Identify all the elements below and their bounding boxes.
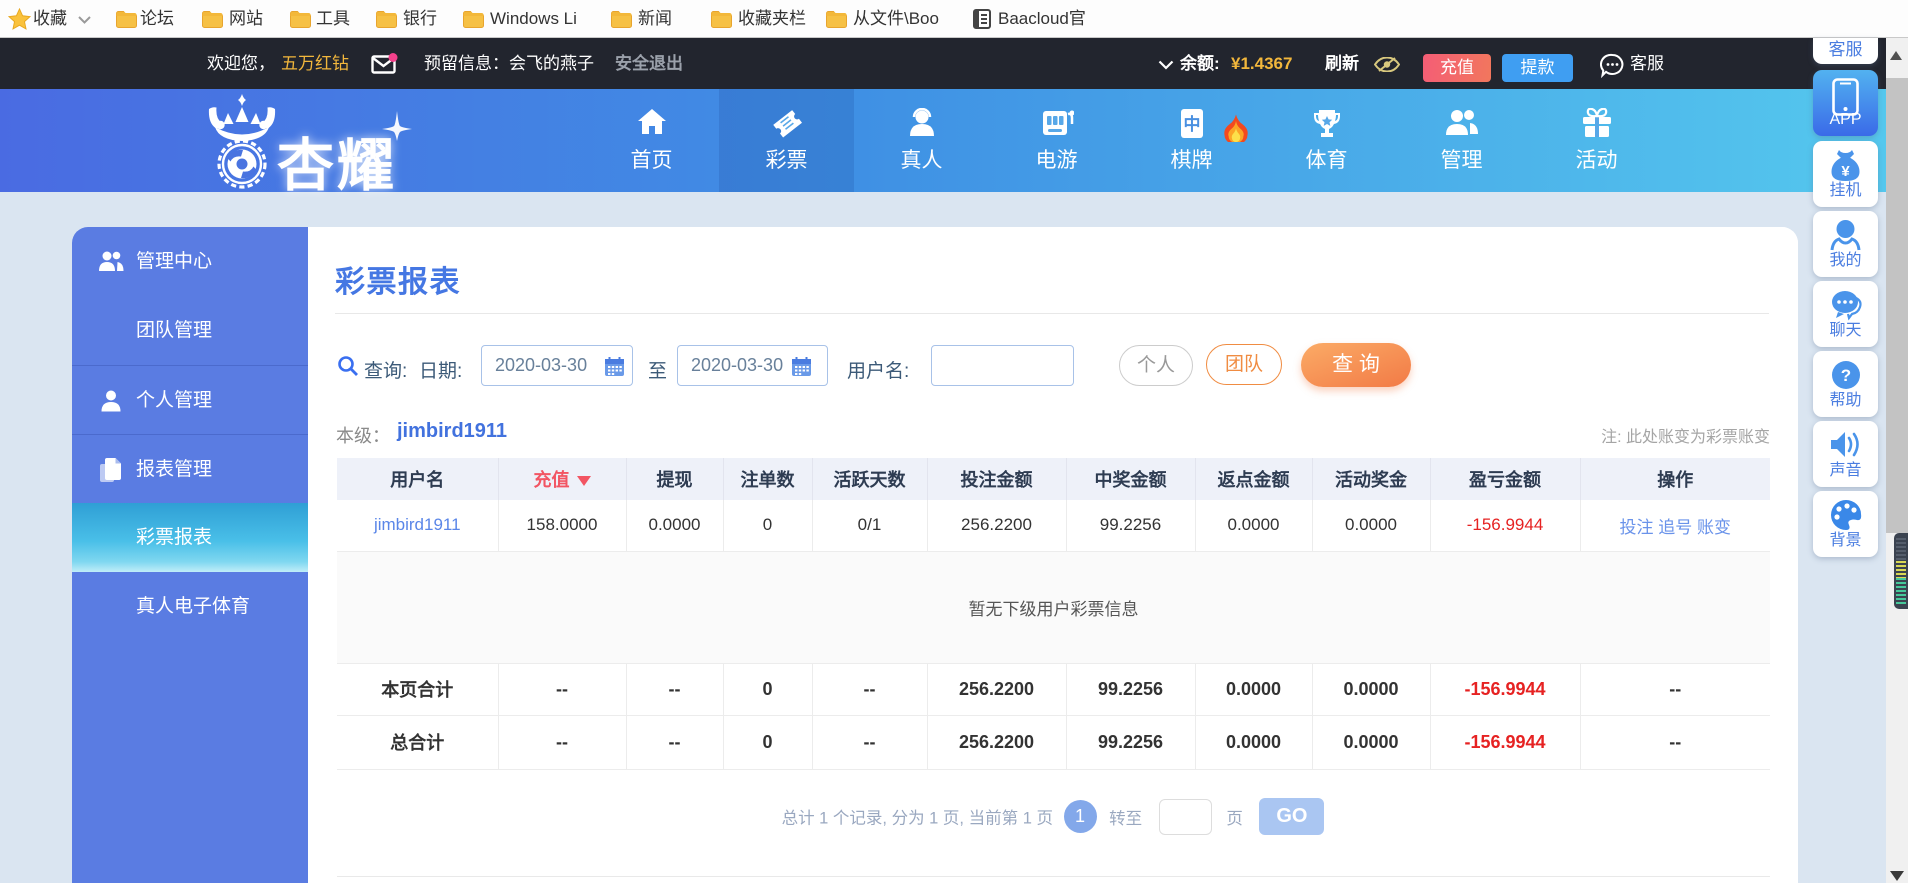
svg-text:?: ? xyxy=(1841,366,1851,385)
svg-text:中: 中 xyxy=(1183,114,1200,134)
